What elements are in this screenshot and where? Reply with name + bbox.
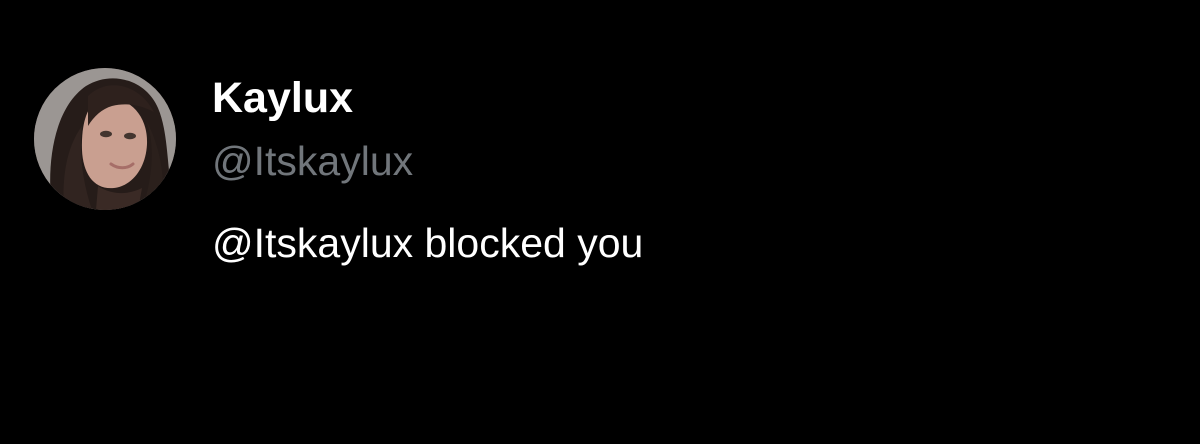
- avatar-photo-icon: [34, 68, 176, 210]
- blocked-profile-card: Kaylux @Itskaylux @Itskaylux blocked you: [34, 68, 794, 288]
- avatar[interactable]: [34, 68, 176, 210]
- blocked-status-message: @Itskaylux blocked you: [212, 220, 644, 266]
- display-name: Kaylux: [212, 74, 354, 122]
- username-handle: @Itskaylux: [212, 138, 414, 184]
